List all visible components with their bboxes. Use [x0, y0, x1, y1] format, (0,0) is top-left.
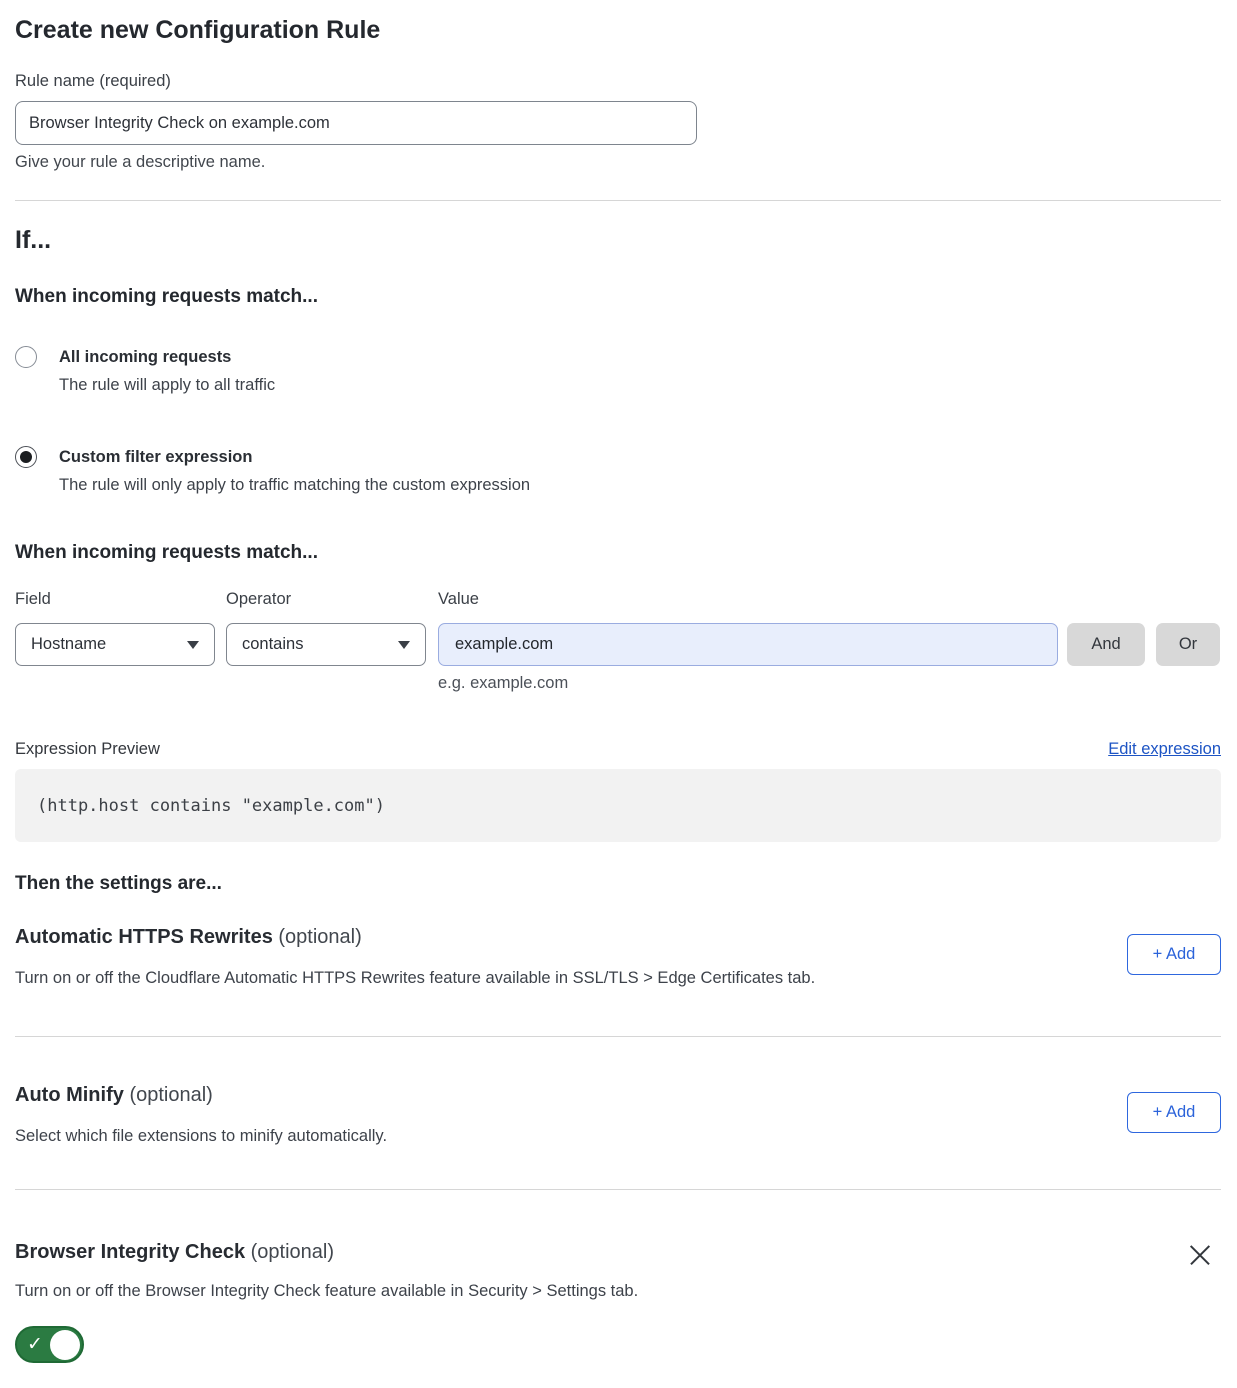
toggle-knob [50, 1330, 80, 1360]
rule-name-input[interactable] [15, 101, 697, 145]
expression-preview-box: (http.host contains "example.com") [15, 769, 1221, 842]
then-heading: Then the settings are... [15, 872, 1221, 895]
radio-custom-filter[interactable] [15, 446, 37, 468]
setting-optional-tag: (optional) [251, 1241, 334, 1263]
setting-divider [15, 1189, 1221, 1190]
chevron-down-icon [187, 641, 199, 649]
setting-divider [15, 1036, 1221, 1037]
setting-title-automatic-https-rewrites: Automatic HTTPS Rewrites [15, 926, 273, 948]
operator-label: Operator [226, 590, 438, 609]
operator-select[interactable]: contains [226, 623, 426, 666]
radio-all-incoming-description: The rule will apply to all traffic [59, 374, 275, 396]
value-hint: e.g. example.com [438, 674, 1221, 693]
radio-all-incoming[interactable] [15, 346, 37, 368]
setting-row-auto-minify: Auto Minify (optional) Select which file… [15, 1083, 1221, 1147]
setting-optional-tag: (optional) [129, 1084, 212, 1106]
field-label: Field [15, 590, 226, 609]
radio-custom-filter-label: Custom filter expression [59, 446, 530, 468]
value-input[interactable] [438, 623, 1058, 666]
setting-description: Select which file extensions to minify a… [15, 1125, 1127, 1147]
value-label: Value [438, 590, 479, 609]
if-heading: If... [15, 226, 1221, 255]
rule-name-label: Rule name (required) [15, 72, 1221, 91]
expression-code: (http.host contains "example.com") [37, 796, 385, 816]
setting-row-browser-integrity-check: Browser Integrity Check (optional) Turn … [15, 1240, 1221, 1368]
add-automatic-https-rewrites-button[interactable]: + Add [1127, 934, 1221, 975]
close-icon[interactable] [1187, 1242, 1213, 1268]
and-button[interactable]: And [1067, 623, 1145, 666]
section-divider [15, 200, 1221, 201]
chevron-down-icon [398, 641, 410, 649]
matcher-heading: When incoming requests match... [15, 541, 1221, 564]
setting-title-browser-integrity-check: Browser Integrity Check [15, 1241, 245, 1263]
rule-name-help: Give your rule a descriptive name. [15, 153, 1221, 172]
field-select-value: Hostname [31, 635, 106, 654]
radio-option-all-incoming[interactable]: All incoming requests The rule will appl… [15, 346, 1221, 396]
radio-custom-filter-description: The rule will only apply to traffic matc… [59, 474, 530, 496]
setting-optional-tag: (optional) [278, 926, 361, 948]
edit-expression-link[interactable]: Edit expression [1108, 740, 1221, 759]
radio-option-custom-filter[interactable]: Custom filter expression The rule will o… [15, 446, 1221, 496]
operator-select-value: contains [242, 635, 303, 654]
browser-integrity-check-toggle[interactable]: ✓ [15, 1326, 84, 1363]
field-select[interactable]: Hostname [15, 623, 215, 666]
setting-description: Turn on or off the Cloudflare Automatic … [15, 967, 1127, 989]
setting-row-automatic-https-rewrites: Automatic HTTPS Rewrites (optional) Turn… [15, 925, 1221, 989]
expression-preview-label: Expression Preview [15, 740, 160, 759]
setting-description: Turn on or off the Browser Integrity Che… [15, 1280, 1187, 1302]
or-button[interactable]: Or [1156, 623, 1220, 666]
setting-title-auto-minify: Auto Minify [15, 1084, 124, 1106]
check-icon: ✓ [27, 1335, 43, 1354]
page-title: Create new Configuration Rule [15, 16, 1221, 45]
when-match-heading: When incoming requests match... [15, 285, 1221, 308]
add-auto-minify-button[interactable]: + Add [1127, 1092, 1221, 1133]
radio-all-incoming-label: All incoming requests [59, 346, 275, 368]
